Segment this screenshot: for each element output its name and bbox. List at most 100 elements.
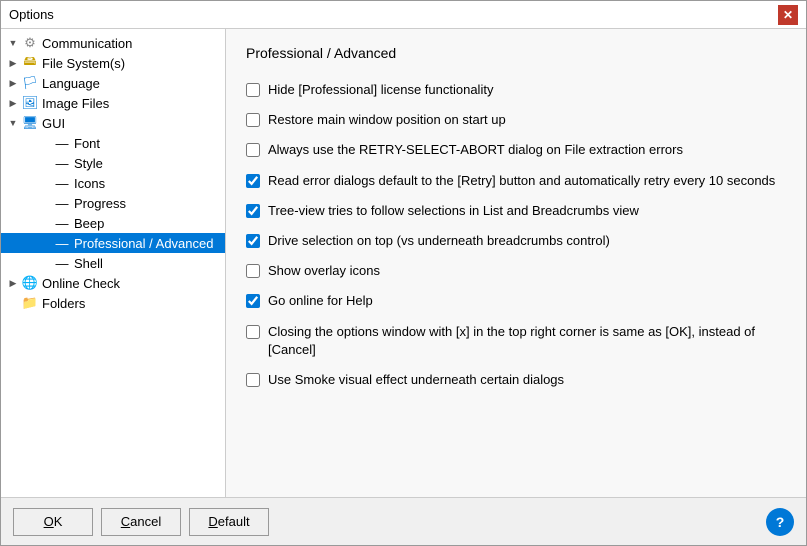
sidebar-item-font[interactable]: —Font (1, 133, 225, 153)
option-label-hide_professional: Hide [Professional] license functionalit… (268, 81, 493, 99)
option-label-drive_selection: Drive selection on top (vs underneath br… (268, 232, 610, 250)
sidebar-item-language[interactable]: ▶🏳Language (1, 73, 225, 93)
no-icon: — (53, 155, 71, 171)
expand-icon (37, 175, 53, 191)
sidebar-label: Language (42, 76, 100, 91)
sidebar-item-style[interactable]: —Style (1, 153, 225, 173)
checkbox-smoke_visual[interactable] (246, 373, 260, 387)
sidebar-label: Progress (74, 196, 126, 211)
no-icon: — (53, 255, 71, 271)
no-icon: — (53, 195, 71, 211)
sidebar-item-professional[interactable]: —Professional / Advanced (1, 233, 225, 253)
flag-icon: 🏳 (21, 75, 39, 91)
checkbox-drive_selection[interactable] (246, 234, 260, 248)
option-row-restore_position: Restore main window position on start up (246, 111, 786, 129)
sidebar-item-communication[interactable]: ▼⚙Communication (1, 33, 225, 53)
sidebar: ▼⚙Communication▶🖴File System(s)▶🏳Languag… (1, 29, 226, 497)
checkbox-tree_view[interactable] (246, 204, 260, 218)
checkbox-show_overlay[interactable] (246, 264, 260, 278)
expand-icon (37, 255, 53, 271)
sidebar-label: Shell (74, 256, 103, 271)
expand-icon: ▶ (5, 275, 21, 291)
sidebar-label: Folders (42, 296, 85, 311)
option-row-tree_view: Tree-view tries to follow selections in … (246, 202, 786, 220)
option-row-hide_professional: Hide [Professional] license functionalit… (246, 81, 786, 99)
option-label-restore_position: Restore main window position on start up (268, 111, 506, 129)
sidebar-item-onlinecheck[interactable]: ▶🌐Online Check (1, 273, 225, 293)
expand-icon (37, 235, 53, 251)
main-panel: Professional / Advanced Hide [Profession… (226, 29, 806, 497)
option-label-closing_options: Closing the options window with [x] in t… (268, 323, 786, 359)
sidebar-label: Professional / Advanced (74, 236, 213, 251)
options-window: Options ✕ ▼⚙Communication▶🖴File System(s… (0, 0, 807, 546)
no-icon: — (53, 215, 71, 231)
expand-icon: ▼ (5, 115, 21, 131)
sidebar-item-progress[interactable]: —Progress (1, 193, 225, 213)
ok-button[interactable]: OK (13, 508, 93, 536)
panel-title: Professional / Advanced (246, 45, 786, 65)
expand-icon (37, 215, 53, 231)
globe-icon: 🌐 (21, 275, 39, 291)
cancel-button[interactable]: Cancel (101, 508, 181, 536)
sidebar-label: GUI (42, 116, 65, 131)
sidebar-label: Communication (42, 36, 132, 51)
option-row-drive_selection: Drive selection on top (vs underneath br… (246, 232, 786, 250)
checkbox-restore_position[interactable] (246, 113, 260, 127)
option-row-read_error_dialogs: Read error dialogs default to the [Retry… (246, 172, 786, 190)
sidebar-label: Beep (74, 216, 104, 231)
checkbox-retry_select_abort[interactable] (246, 143, 260, 157)
option-row-smoke_visual: Use Smoke visual effect underneath certa… (246, 371, 786, 389)
sidebar-item-gui[interactable]: ▼🖥GUI (1, 113, 225, 133)
no-icon: — (53, 135, 71, 151)
sidebar-label: Style (74, 156, 103, 171)
expand-icon (37, 135, 53, 151)
sidebar-item-imagefiles[interactable]: ▶🖼Image Files (1, 93, 225, 113)
sidebar-label: Image Files (42, 96, 109, 111)
titlebar: Options ✕ (1, 1, 806, 29)
monitor-icon: 🖥 (21, 115, 39, 131)
option-row-show_overlay: Show overlay icons (246, 262, 786, 280)
option-label-smoke_visual: Use Smoke visual effect underneath certa… (268, 371, 564, 389)
checkbox-go_online[interactable] (246, 294, 260, 308)
checkbox-hide_professional[interactable] (246, 83, 260, 97)
footer: OK Cancel Default ? (1, 497, 806, 545)
sidebar-label: File System(s) (42, 56, 125, 71)
expand-icon: ▶ (5, 55, 21, 71)
default-button[interactable]: Default (189, 508, 269, 536)
sidebar-item-icons[interactable]: —Icons (1, 173, 225, 193)
sidebar-label: Icons (74, 176, 105, 191)
window-title: Options (9, 7, 54, 22)
expand-icon: ▶ (5, 95, 21, 111)
option-row-go_online: Go online for Help (246, 292, 786, 310)
sidebar-label: Font (74, 136, 100, 151)
options-list: Hide [Professional] license functionalit… (246, 81, 786, 389)
sidebar-item-shell[interactable]: —Shell (1, 253, 225, 273)
no-icon: — (53, 175, 71, 191)
no-icon: — (53, 235, 71, 251)
expand-icon: ▼ (5, 35, 21, 51)
option-label-tree_view: Tree-view tries to follow selections in … (268, 202, 639, 220)
sidebar-item-filesystem[interactable]: ▶🖴File System(s) (1, 53, 225, 73)
expand-icon (37, 155, 53, 171)
option-row-retry_select_abort: Always use the RETRY-SELECT-ABORT dialog… (246, 141, 786, 159)
expand-icon (37, 195, 53, 211)
expand-icon (5, 295, 21, 311)
expand-icon: ▶ (5, 75, 21, 91)
gear-icon: ⚙ (21, 35, 39, 51)
image-icon: 🖼 (21, 95, 39, 111)
drive-icon: 🖴 (21, 55, 39, 71)
sidebar-item-folders[interactable]: 📁Folders (1, 293, 225, 313)
close-button[interactable]: ✕ (778, 5, 798, 25)
checkbox-closing_options[interactable] (246, 325, 260, 339)
folder-icon: 📁 (21, 295, 39, 311)
option-label-show_overlay: Show overlay icons (268, 262, 380, 280)
option-row-closing_options: Closing the options window with [x] in t… (246, 323, 786, 359)
option-label-read_error_dialogs: Read error dialogs default to the [Retry… (268, 172, 775, 190)
help-button[interactable]: ? (766, 508, 794, 536)
option-label-retry_select_abort: Always use the RETRY-SELECT-ABORT dialog… (268, 141, 683, 159)
checkbox-read_error_dialogs[interactable] (246, 174, 260, 188)
sidebar-label: Online Check (42, 276, 120, 291)
option-label-go_online: Go online for Help (268, 292, 373, 310)
sidebar-item-beep[interactable]: —Beep (1, 213, 225, 233)
content-area: ▼⚙Communication▶🖴File System(s)▶🏳Languag… (1, 29, 806, 497)
